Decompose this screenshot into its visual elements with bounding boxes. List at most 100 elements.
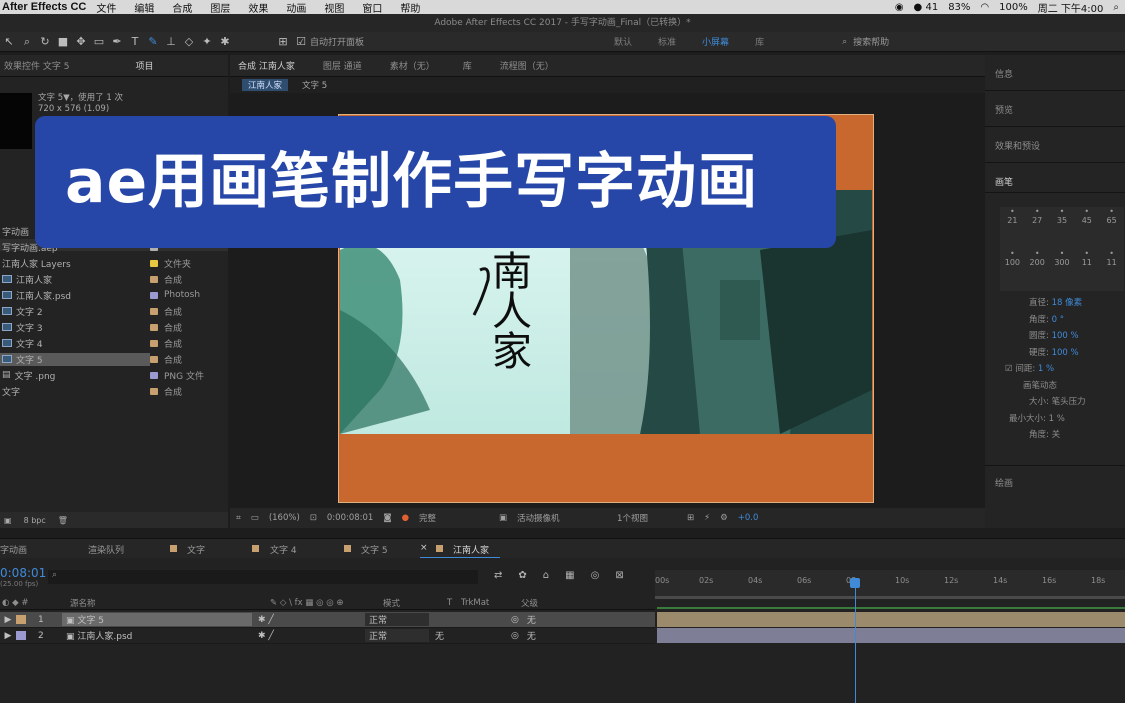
label-swatch[interactable] [150,339,158,347]
brush-dot-icon[interactable]: • 100 [1000,249,1025,291]
project-row-2[interactable]: 江南人家 Layers 文件夹 [0,255,228,271]
layer-row-2[interactable]: ▶ 2 ▣ 江南人家.psd ✱ ╱ 正常 无 ◎ 无 [0,628,655,644]
label-swatch[interactable] [150,307,158,315]
project-row-8[interactable]: 文字 5 合成 [0,351,228,367]
region-icon[interactable]: ▣ [499,513,507,523]
section-brush[interactable]: 画笔 [985,163,1125,193]
tab-text[interactable]: 文字 [187,543,205,556]
wifi-icon[interactable]: ◠ [980,2,989,13]
snap-icon[interactable]: ⊞ [274,35,292,48]
parent-pickwhip-icon[interactable]: ◎ [503,615,519,625]
brush-angle-dropdown[interactable]: 关 [1052,430,1061,440]
tab-layer[interactable]: 图层 通道 [323,59,362,72]
label-swatch[interactable] [150,355,158,363]
layer-label-swatch[interactable] [16,615,26,624]
rotate-tool-icon[interactable]: ↻ [36,35,54,48]
brush-dot-icon[interactable]: • 45 [1074,207,1099,249]
layer-name[interactable]: ▣ 江南人家.psd [62,629,252,642]
interpret-footage-icon[interactable]: ▣ [4,516,12,525]
trkmat-header[interactable]: TrkMat [461,598,521,608]
brush-tool-icon[interactable]: ✎ [144,35,162,48]
section-effects-presets[interactable]: 效果和预设 [985,127,1125,163]
section-info[interactable]: 信息 [985,55,1125,91]
draft-3d-icon[interactable]: ✿ [518,570,526,581]
tab-effect-controls[interactable]: 效果控件 文字 5 [4,59,69,72]
exposure-value[interactable]: +0.0 [738,513,759,523]
pin-tool-icon[interactable]: ✱ [216,35,234,48]
roto-tool-icon[interactable]: ✦ [198,35,216,48]
layer-label-swatch[interactable] [16,631,26,640]
parent-dropdown[interactable]: 无 [519,613,609,626]
brush-dot-icon[interactable]: • 35 [1050,207,1075,249]
snapshot-icon[interactable]: ◙ [383,513,391,523]
pan-tool-icon[interactable]: ✥ [72,35,90,48]
layer-2-duration-bar[interactable] [657,628,1125,643]
label-swatch[interactable] [150,371,158,379]
layer-switches[interactable]: ✱ ╱ [252,631,365,641]
diameter-value[interactable]: 18 像素 [1052,298,1083,308]
graph-editor-icon[interactable]: ⊠ [615,570,623,581]
switches-header[interactable]: ✎ ◇ \ fx ▦ ◎ ◎ ⊕ [270,598,383,608]
tab-handwriting[interactable]: 字动画 [0,543,27,556]
brush-dot-icon[interactable]: • 11 [1099,249,1124,291]
parent-dropdown[interactable]: 无 [519,629,609,642]
eraser-tool-icon[interactable]: ◇ [180,35,198,48]
project-row-5[interactable]: 文字 2 合成 [0,303,228,319]
notification-icon[interactable]: ● 41 [914,2,939,13]
stamp-tool-icon[interactable]: ⊥ [162,35,180,48]
workspace-library[interactable]: 库 [755,35,764,48]
project-row-9[interactable]: ▤ 文字 .png PNG 文件 [0,367,228,383]
breadcrumb-layer[interactable]: 文字 5 [302,79,327,91]
brush-dot-icon[interactable]: • 200 [1025,249,1050,291]
size-dropdown[interactable]: 笔头压力 [1052,397,1086,407]
pen-tool-icon[interactable]: ✒ [108,35,126,48]
brush-dot-icon[interactable]: • 300 [1050,249,1075,291]
monitor-icon[interactable]: ▭ [251,513,259,523]
workspace-default[interactable]: 默认 [614,35,632,48]
layer-1-duration-bar[interactable] [657,612,1125,627]
menu-effect[interactable]: 效果 [248,0,268,15]
brush-dot-icon[interactable]: • 21 [1000,207,1025,249]
camera-dropdown[interactable]: 活动摄像机 [517,512,607,524]
auto-open-checkbox[interactable]: ☑ [292,35,310,48]
label-swatch[interactable] [150,259,158,267]
tab-footage[interactable]: 素材（无） [390,59,435,72]
angle-value[interactable]: 0 ° [1052,315,1064,325]
search-help-icon[interactable]: ⌕ [842,37,847,47]
brush-preset-grid[interactable]: • 21 • 27 • 35 • 45 • 65 • 100 • 200 • 300 • 11 •… [1000,207,1124,291]
clock-text[interactable]: 周二 下午4:00 [1038,0,1104,15]
frame-blending-icon[interactable]: ▦ [565,570,574,581]
menu-window[interactable]: 窗口 [362,0,382,15]
time-ruler[interactable]: 00s 02s 04s 06s 08s 10s 12s 14s 16s 18s [655,570,1125,596]
min-size-value[interactable]: 1 % [1049,414,1065,424]
project-row-6[interactable]: 文字 3 合成 [0,319,228,335]
menu-file[interactable]: 文件 [96,0,116,15]
label-swatch[interactable] [150,275,158,283]
spacing-checkbox[interactable]: ☑ [1005,364,1013,374]
layer-switches[interactable]: ✱ ╱ [252,615,365,625]
tab-library[interactable]: 库 [463,59,472,72]
rect-tool-icon[interactable]: ▭ [90,35,108,48]
tab-text-5[interactable]: 文字 5 [361,543,388,556]
selection-tool-icon[interactable]: ↖ [0,35,18,48]
brush-dot-icon[interactable]: • 65 [1099,207,1124,249]
tab-project[interactable]: 项目 [135,59,153,72]
source-name-header[interactable]: 源名称 [70,597,270,609]
spacing-value[interactable]: 1 % [1038,364,1054,374]
playhead[interactable] [855,578,856,703]
exposure-icon[interactable]: ⚙ [720,513,728,523]
grid-icon[interactable]: ⊞ [687,513,694,523]
project-row-4[interactable]: 江南人家.psd Photosh [0,287,228,303]
brush-dot-icon[interactable]: • 27 [1025,207,1050,249]
comp-mini-flowchart-icon[interactable]: ⇄ [494,570,502,581]
work-area-bar[interactable] [655,596,1125,599]
hardness-value[interactable]: 100 % [1052,348,1079,358]
workspace-small-screen[interactable]: 小屏幕 [702,35,729,48]
bit-depth-toggle[interactable]: 8 bpc [24,516,46,525]
project-row-10[interactable]: 文字 合成 [0,383,228,399]
color-icon[interactable]: ● [402,513,409,523]
layer-name[interactable]: ▣ 文字 5 [62,613,252,626]
layer-mode-dropdown[interactable]: 正常 [365,629,429,642]
zoom-dropdown[interactable]: (160%) [269,513,300,523]
shy-layers-icon[interactable]: ⌂ [543,570,549,581]
